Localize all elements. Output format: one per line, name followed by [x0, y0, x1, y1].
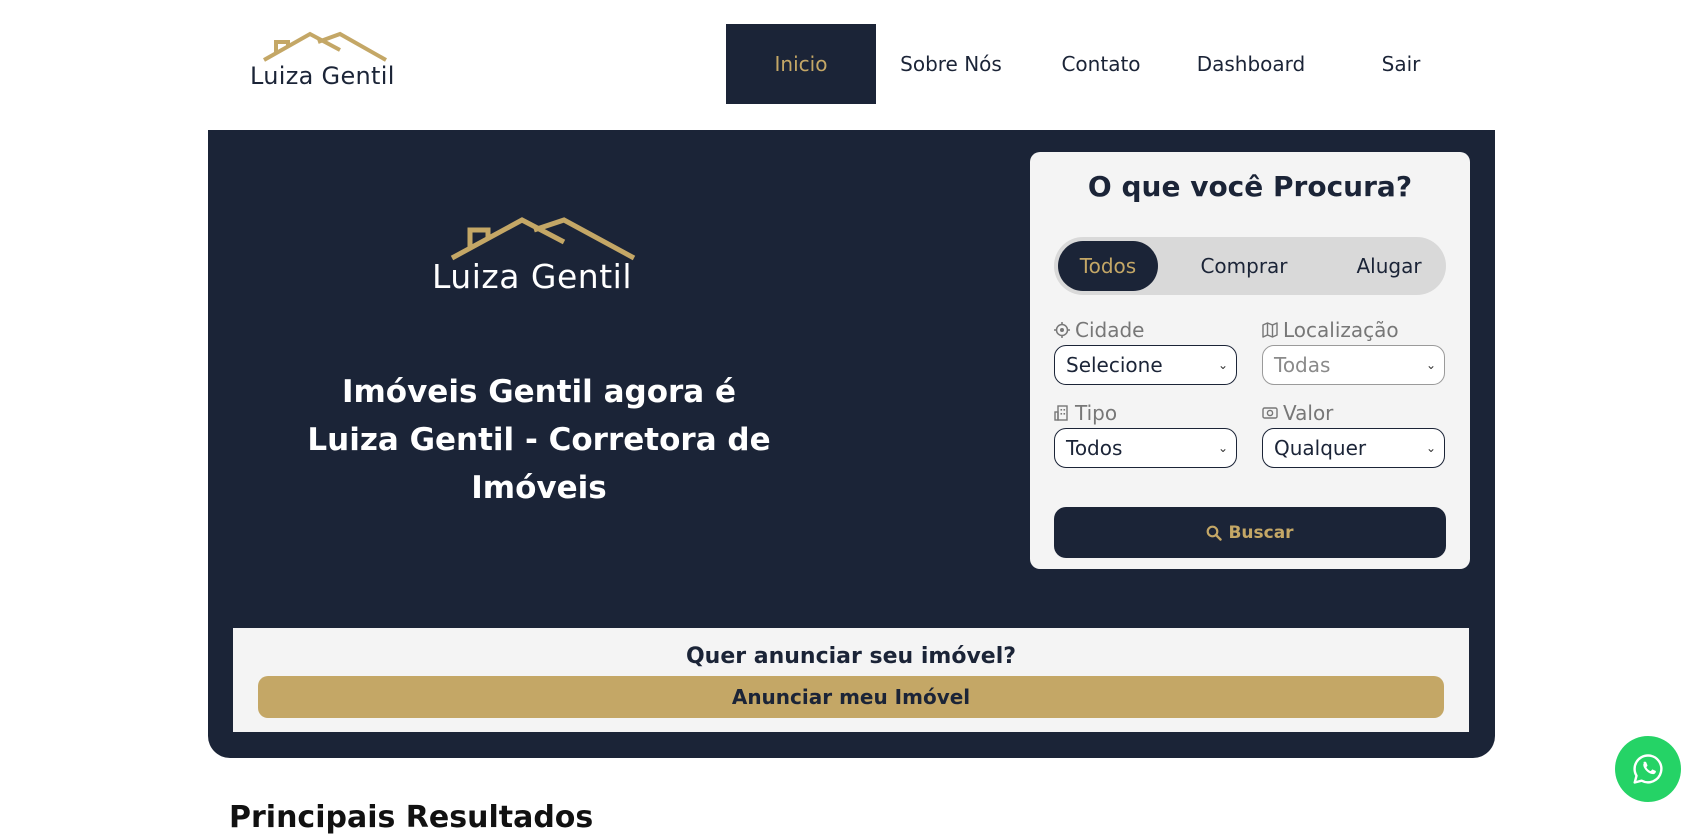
anunciar-box: Quer anunciar seu imóvel? Anunciar meu I…	[233, 628, 1469, 732]
segment-comprar[interactable]: Comprar	[1184, 241, 1304, 291]
buscar-button-label: Buscar	[1228, 522, 1294, 543]
hero-logo: Luiza Gentil	[432, 212, 652, 302]
localizacao-label: Localização	[1283, 318, 1399, 342]
nav-inicio[interactable]: Inicio	[726, 24, 876, 104]
chevron-down-icon: ⌄	[1425, 358, 1436, 372]
valor-select[interactable]: Qualquer ⌄	[1262, 428, 1445, 468]
nav-sair[interactable]: Sair	[1326, 24, 1476, 104]
localizacao-field: Localização Todas ⌄	[1262, 317, 1445, 385]
tipo-select-value: Todos	[1066, 436, 1123, 460]
roof-logo-icon	[450, 217, 636, 261]
localizacao-select-value: Todas	[1274, 353, 1331, 377]
location-target-icon	[1054, 322, 1070, 338]
segment-alugar[interactable]: Alugar	[1344, 241, 1434, 291]
tipo-field: Tipo Todos ⌄	[1054, 400, 1237, 468]
buscar-button[interactable]: Buscar	[1054, 507, 1446, 558]
nav-dashboard[interactable]: Dashboard	[1176, 24, 1326, 104]
nav-contato[interactable]: Contato	[1026, 24, 1176, 104]
anunciar-button[interactable]: Anunciar meu Imóvel	[258, 676, 1444, 718]
valor-label: Valor	[1283, 401, 1334, 425]
valor-select-value: Qualquer	[1274, 436, 1367, 460]
roof-logo-icon	[263, 31, 387, 62]
search-icon	[1207, 525, 1223, 541]
transaction-type-toggle: Todos Comprar Alugar	[1054, 237, 1446, 295]
hero-logo-text: Luiza Gentil	[432, 257, 632, 296]
cidade-select-value: Selecione	[1066, 353, 1163, 377]
hero-title: Imóveis Gentil agora é Luiza Gentil - Co…	[307, 374, 771, 506]
segment-todos[interactable]: Todos	[1058, 241, 1158, 291]
chevron-down-icon: ⌄	[1217, 441, 1228, 455]
nav-sobre-nos[interactable]: Sobre Nós	[876, 24, 1026, 104]
anunciar-title: Quer anunciar seu imóvel?	[685, 644, 1017, 669]
header-logo-text: Luiza Gentil	[250, 62, 395, 90]
valor-field: Valor Qualquer ⌄	[1262, 400, 1445, 468]
tipo-select[interactable]: Todos ⌄	[1054, 428, 1237, 468]
chevron-down-icon: ⌄	[1217, 358, 1228, 372]
search-card: O que você Procura? Todos Comprar Alugar…	[1030, 152, 1470, 569]
chevron-down-icon: ⌄	[1425, 441, 1436, 455]
cidade-select[interactable]: Selecione ⌄	[1054, 345, 1237, 385]
whatsapp-icon	[1633, 754, 1663, 784]
cidade-field: Cidade Selecione ⌄	[1054, 317, 1237, 385]
money-icon	[1262, 407, 1278, 419]
map-icon	[1262, 322, 1278, 338]
main-nav: Inicio Sobre Nós Contato Dashboard Sair	[726, 24, 1476, 104]
results-title: Principais Resultados	[229, 800, 594, 835]
search-title: O que você Procura?	[1087, 170, 1413, 203]
cidade-label: Cidade	[1075, 318, 1145, 342]
localizacao-select[interactable]: Todas ⌄	[1262, 345, 1445, 385]
header-logo[interactable]: Luiza Gentil	[248, 28, 408, 94]
building-icon	[1054, 405, 1068, 421]
whatsapp-button[interactable]	[1615, 736, 1681, 802]
tipo-label: Tipo	[1075, 401, 1118, 425]
hero-section: Luiza Gentil Imóveis Gentil agora é Luiz…	[208, 130, 1495, 758]
